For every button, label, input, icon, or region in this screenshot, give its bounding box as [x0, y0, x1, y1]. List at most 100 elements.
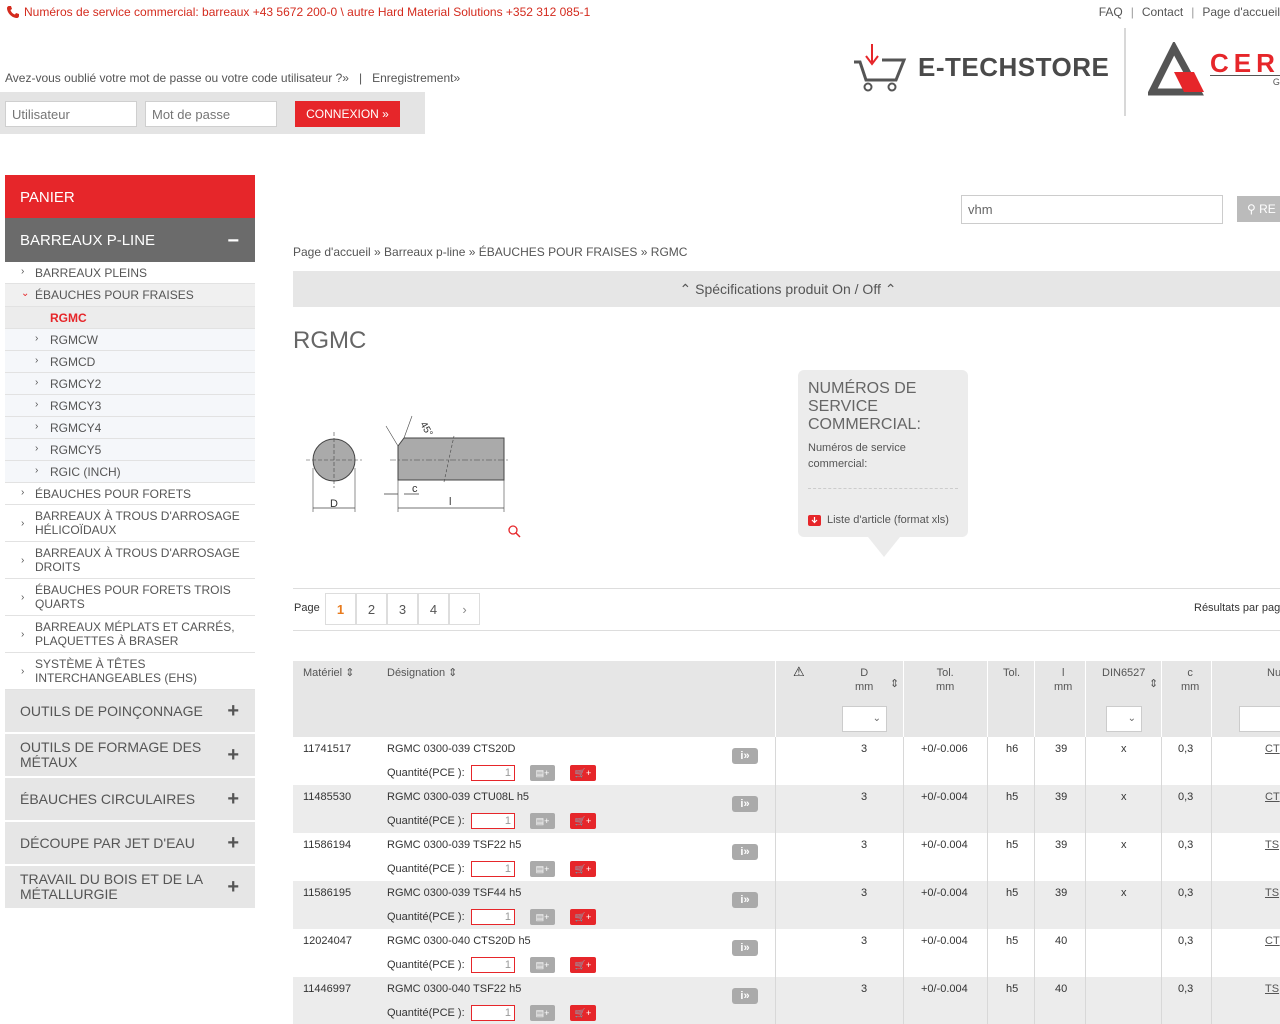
add-to-list-button[interactable]: ▤+ [530, 765, 555, 781]
sidebar-category-jet-d-eau[interactable]: DÉCOUPE PAR JET D'EAU + [5, 822, 255, 866]
collapse-icon[interactable]: − [227, 218, 239, 264]
col-tol1-header[interactable]: Tol. mm [936, 666, 954, 694]
col-c-header[interactable]: c mm [1181, 666, 1199, 694]
quantity-input[interactable]: 1 [471, 861, 515, 877]
add-to-cart-button[interactable]: 🛒+ [570, 1005, 596, 1021]
add-to-list-button[interactable]: ▤+ [530, 861, 555, 877]
grade-link[interactable]: TS [1265, 887, 1279, 899]
info-button[interactable]: i» [732, 940, 758, 956]
expand-icon[interactable]: + [227, 701, 239, 721]
add-to-cart-button[interactable]: 🛒+ [570, 909, 596, 925]
quantity-input[interactable]: 1 [471, 813, 515, 829]
col-tol2-header[interactable]: Tol. [1003, 666, 1020, 680]
designation[interactable]: RGMC 0300-039 CTU08L h5 [387, 791, 529, 803]
col-nu-header[interactable]: Nu [1267, 666, 1280, 680]
grade-link[interactable]: CT [1265, 791, 1280, 803]
product-drawing[interactable]: D l c 45° [294, 390, 524, 542]
quantity-input[interactable]: 1 [471, 765, 515, 781]
col-designation-header[interactable]: Désignation ⇕ [387, 666, 457, 680]
specs-toggle[interactable]: ⌃ Spécifications produit On / Off ⌃ [293, 271, 1280, 307]
sidebar-subitem-rgmcy3[interactable]: › RGMCY3 [5, 395, 255, 417]
col-l-header[interactable]: l mm [1054, 666, 1072, 694]
designation[interactable]: RGMC 0300-039 TSF22 h5 [387, 839, 521, 851]
add-to-cart-button[interactable]: 🛒+ [570, 957, 596, 973]
sidebar-subitem-rgmcy5[interactable]: › RGMCY5 [5, 439, 255, 461]
sidebar-category-bois-metallurgie[interactable]: TRAVAIL DU BOIS ET DE LA MÉTALLURGIE + [5, 866, 255, 910]
info-button[interactable]: i» [732, 988, 758, 1004]
sidebar-subitem-rgmcd[interactable]: › RGMCD [5, 351, 255, 373]
sidebar-item-ebauches-pour-forets[interactable]: › ÉBAUCHES POUR FORETS [5, 483, 255, 505]
password-input[interactable] [145, 101, 277, 127]
page-button-2[interactable]: 2 [356, 593, 387, 625]
username-input[interactable] [5, 101, 137, 127]
page-button-1[interactable]: 1 [325, 593, 356, 625]
breadcrumb[interactable]: Page d'accueil » Barreaux p-line » ÉBAUC… [293, 245, 687, 259]
info-button[interactable]: i» [732, 748, 758, 764]
sidebar-item-barreaux-pleins[interactable]: › BARREAUX PLEINS [5, 262, 255, 284]
ceratizit-logo[interactable]: CER G [1148, 42, 1280, 96]
register-link[interactable]: Enregistrement» [372, 71, 460, 85]
filter-select-din[interactable]: ⌄ [1106, 706, 1142, 732]
expand-icon[interactable]: + [227, 877, 239, 897]
contact-link[interactable]: Contact [1142, 5, 1183, 19]
page-button-3[interactable]: 3 [387, 593, 418, 625]
sidebar-section-barreaux-p-line[interactable]: BARREAUX P-LINE − [5, 218, 255, 262]
quantity-input[interactable]: 1 [471, 957, 515, 973]
filter-select-d[interactable]: ⌄ [842, 706, 887, 732]
sidebar-category-ebauches-circulaires[interactable]: ÉBAUCHES CIRCULAIRES + [5, 778, 255, 822]
info-button[interactable]: i» [732, 796, 758, 812]
sidebar-subitem-rgmcw[interactable]: › RGMCW [5, 329, 255, 351]
grade-link[interactable]: CT [1265, 743, 1280, 755]
add-to-cart-button[interactable]: 🛒+ [570, 813, 596, 829]
sort-icon[interactable]: ⇕ [890, 677, 899, 691]
add-to-cart-button[interactable]: 🛒+ [570, 765, 596, 781]
add-to-list-button[interactable]: ▤+ [530, 1005, 555, 1021]
search-input[interactable] [961, 195, 1223, 224]
faq-link[interactable]: FAQ [1099, 5, 1123, 19]
login-button[interactable]: CONNEXION » [295, 101, 400, 127]
etechstore-logo[interactable]: E-TECHSTORE [852, 42, 1109, 92]
home-link[interactable]: Page d'accueil [1202, 5, 1280, 19]
quantity-input[interactable]: 1 [471, 1005, 515, 1021]
grade-link[interactable]: TS [1265, 839, 1279, 851]
add-to-cart-button[interactable]: 🛒+ [570, 861, 596, 877]
col-d-header[interactable]: Dmm [855, 666, 873, 694]
sidebar-item-ebauches-pour-fraises[interactable]: ⌄ ÉBAUCHES POUR FRAISES [5, 284, 255, 307]
designation[interactable]: RGMC 0300-040 CTS20D h5 [387, 935, 531, 947]
grade-link[interactable]: CT [1265, 935, 1280, 947]
sort-icon[interactable]: ⇕ [1149, 677, 1158, 691]
expand-icon[interactable]: + [227, 833, 239, 853]
add-to-list-button[interactable]: ▤+ [530, 909, 555, 925]
cart-link[interactable]: PANIER [5, 175, 255, 218]
next-page-button[interactable]: › [449, 593, 480, 625]
sidebar-subitem-rgmcy4[interactable]: › RGMCY4 [5, 417, 255, 439]
page-button-4[interactable]: 4 [418, 593, 449, 625]
sidebar-item-forets-trois-quarts[interactable]: › ÉBAUCHES POUR FORETS TROIS QUARTS [5, 579, 255, 616]
expand-icon[interactable]: + [227, 745, 239, 765]
forgot-password-link[interactable]: Avez-vous oublié votre mot de passe ou v… [5, 71, 349, 85]
col-din-header[interactable]: DIN6527 [1102, 666, 1145, 680]
expand-icon[interactable]: + [227, 789, 239, 809]
designation[interactable]: RGMC 0300-040 TSF22 h5 [387, 983, 521, 995]
sidebar-item-trous-droits[interactable]: › BARREAUX À TROUS D'ARROSAGE DROITS [5, 542, 255, 579]
sidebar-category-formage[interactable]: OUTILS DE FORMAGE DES MÉTAUX + [5, 734, 255, 778]
article-list-link[interactable]: Liste d'article (format xls) [808, 514, 958, 526]
sidebar-category-poinconnage[interactable]: OUTILS DE POINÇONNAGE + [5, 690, 255, 734]
sidebar-subitem-rgmc[interactable]: RGMC [5, 307, 255, 329]
sidebar-item-trous-helicoidaux[interactable]: › BARREAUX À TROUS D'ARROSAGE HÉLICOÏDAUX [5, 505, 255, 542]
search-button[interactable]: ⚲ RE [1237, 196, 1280, 222]
designation[interactable]: RGMC 0300-039 CTS20D [387, 743, 515, 755]
quantity-input[interactable]: 1 [471, 909, 515, 925]
col-material-header[interactable]: Matériel ⇕ [303, 666, 354, 680]
add-to-list-button[interactable]: ▤+ [530, 813, 555, 829]
sidebar-item-barreaux-meplats[interactable]: › BARREAUX MÉPLATS ET CARRÉS, PLAQUETTES … [5, 616, 255, 653]
sidebar-subitem-rgmcy2[interactable]: › RGMCY2 [5, 373, 255, 395]
sidebar-item-ehs[interactable]: › SYSTÈME À TÊTES INTERCHANGEABLES (EHS) [5, 653, 255, 690]
add-to-list-button[interactable]: ▤+ [530, 957, 555, 973]
grade-link[interactable]: TS [1265, 983, 1279, 995]
info-button[interactable]: i» [732, 844, 758, 860]
designation[interactable]: RGMC 0300-039 TSF44 h5 [387, 887, 521, 899]
filter-select-nu[interactable] [1239, 706, 1280, 732]
sidebar-subitem-rgic-inch[interactable]: › RGIC (INCH) [5, 461, 255, 483]
info-button[interactable]: i» [732, 892, 758, 908]
